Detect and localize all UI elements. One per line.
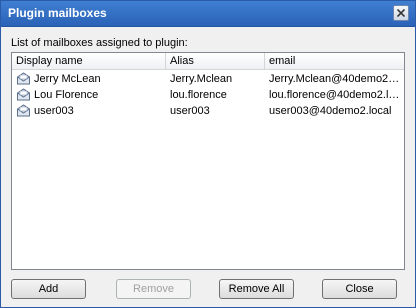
cell-email: Jerry.Mclean@40demo2.local xyxy=(269,73,402,85)
add-button[interactable]: Add xyxy=(11,279,86,299)
close-icon xyxy=(397,9,405,17)
column-header-email[interactable]: email xyxy=(265,53,404,70)
mailbox-list-label: List of mailboxes assigned to plugin: xyxy=(11,37,188,49)
plugin-mailboxes-dialog: Plugin mailboxes List of mailboxes assig… xyxy=(0,0,416,308)
cell-display-name: Jerry McLean xyxy=(34,73,101,85)
cell-email: user003@40demo2.local xyxy=(269,105,392,117)
mailbox-list[interactable]: Display name Alias email Jerry McLean Jer… xyxy=(11,52,405,270)
cell-alias: Jerry.Mclean xyxy=(170,73,233,85)
column-header-alias[interactable]: Alias xyxy=(166,53,265,70)
table-row[interactable]: user003 user003 user003@40demo2.local xyxy=(12,103,404,119)
table-row[interactable]: Jerry McLean Jerry.Mclean Jerry.Mclean@40d… xyxy=(12,71,404,87)
remove-all-button[interactable]: Remove All xyxy=(219,279,294,299)
list-header: Display name Alias email xyxy=(12,53,404,70)
cell-alias: user003 xyxy=(170,105,210,117)
close-button[interactable]: Close xyxy=(322,279,397,299)
close-window-button[interactable] xyxy=(393,5,409,21)
remove-button[interactable]: Remove xyxy=(116,279,191,299)
mailbox-icon xyxy=(16,72,31,85)
mailbox-icon xyxy=(16,88,31,101)
table-row[interactable]: Lou Florence lou.florence lou.florence@40d… xyxy=(12,87,404,103)
cell-display-name: Lou Florence xyxy=(34,89,99,101)
cell-display-name: user003 xyxy=(34,105,74,117)
mailbox-icon xyxy=(16,104,31,117)
title-bar[interactable]: Plugin mailboxes xyxy=(1,1,415,27)
cell-alias: lou.florence xyxy=(170,89,227,101)
cell-email: lou.florence@40demo2.local xyxy=(269,89,402,101)
window-title: Plugin mailboxes xyxy=(8,6,107,20)
column-header-display-name[interactable]: Display name xyxy=(12,53,166,70)
